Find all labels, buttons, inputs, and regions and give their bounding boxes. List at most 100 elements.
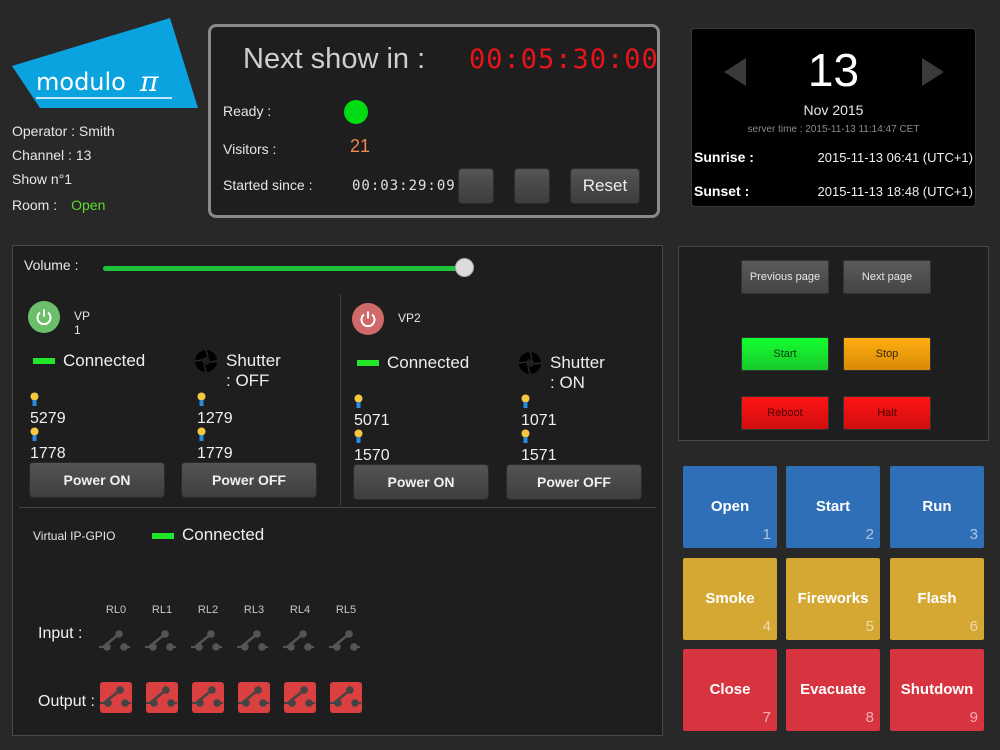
scene-label: Smoke — [705, 590, 755, 607]
connection-status: Connected — [63, 351, 146, 370]
volume-thumb[interactable] — [455, 258, 474, 277]
switch-icon — [100, 686, 131, 707]
blank-button-2[interactable] — [514, 168, 550, 204]
projector-divider — [340, 294, 341, 506]
device-panel: Volume : VP 1 Connected Shutter : OFF 52… — [12, 245, 663, 736]
scene-label: Start — [815, 498, 851, 515]
server-time: server time : 2015-11-13 11:14:47 CET — [747, 124, 920, 135]
gpio-connection-indicator — [152, 533, 174, 539]
output-switch-button[interactable] — [330, 682, 362, 713]
output-switch-button[interactable] — [284, 682, 316, 713]
sunset-time: 2015-11-13 18:48 (UTC+1) — [817, 184, 974, 199]
date-panel: 13 Nov 2015 server time : 2015-11-13 11:… — [691, 28, 976, 207]
power-icon[interactable] — [28, 301, 60, 333]
modulo-pi-logo: modulo π — [12, 18, 198, 108]
vp2-power-off-button[interactable]: Power OFF — [506, 464, 642, 500]
next-show-label: Next show in : — [243, 43, 426, 75]
reset-button[interactable]: Reset — [570, 168, 640, 204]
scene-button-start[interactable]: Start 2 — [786, 466, 880, 548]
lamp-icon — [521, 429, 530, 443]
next-page-button[interactable]: Next page — [843, 260, 931, 294]
previous-page-button[interactable]: Previous page — [741, 260, 829, 294]
input-switch-icon[interactable] — [191, 628, 225, 654]
switch-icon — [330, 686, 361, 707]
scene-label: Fireworks — [797, 590, 869, 607]
logo-pi-symbol: π — [139, 65, 159, 98]
started-label: Started since : — [223, 177, 313, 193]
scene-button-shutdown[interactable]: Shutdown 9 — [890, 649, 984, 731]
switch-icon — [146, 686, 177, 707]
room-label: Room : — [12, 197, 58, 213]
input-switch-icon[interactable] — [283, 628, 317, 654]
lamp-icon — [30, 427, 39, 441]
switch-icon — [238, 686, 269, 707]
output-switch-button[interactable] — [238, 682, 270, 713]
switch-icon — [284, 686, 315, 707]
volume-fill — [103, 266, 465, 271]
input-switch-icon[interactable] — [329, 628, 363, 654]
input-switch-icon[interactable] — [145, 628, 179, 654]
projector-name: VP 1 — [74, 309, 90, 337]
lamp-icon — [521, 394, 530, 408]
power-icon[interactable] — [352, 303, 384, 335]
vp2-power-on-button[interactable]: Power ON — [353, 464, 489, 500]
logo-text: modulo — [36, 68, 126, 96]
scene-button-smoke[interactable]: Smoke 4 — [683, 558, 777, 640]
scene-button-flash[interactable]: Flash 6 — [890, 558, 984, 640]
ready-indicator — [344, 100, 368, 124]
connection-indicator — [357, 360, 379, 366]
projector-name: VP2 — [398, 311, 421, 325]
relay-label: RL5 — [335, 604, 357, 616]
shutter-icon — [194, 349, 218, 373]
day-number: 13 — [807, 44, 860, 96]
scene-label: Open — [710, 498, 750, 515]
reboot-button[interactable]: Reboot — [741, 396, 829, 430]
lamp-hours: 1779 — [197, 427, 233, 463]
scene-number: 3 — [969, 526, 978, 543]
halt-button[interactable]: Halt — [843, 396, 931, 430]
show-panel: Next show in : 00:05:30:00 Ready : Visit… — [208, 24, 660, 218]
input-label: Input : — [38, 625, 83, 642]
input-switch-icon[interactable] — [237, 628, 271, 654]
switch-icon — [192, 686, 223, 707]
shutter-status: Shutter : OFF — [226, 351, 281, 390]
scene-button-evacuate[interactable]: Evacuate 8 — [786, 649, 880, 731]
scene-button-fireworks[interactable]: Fireworks 5 — [786, 558, 880, 640]
scene-number: 9 — [969, 709, 978, 726]
output-label: Output : — [38, 693, 95, 710]
next-show-countdown: 00:05:30:00 — [469, 44, 659, 75]
scene-button-run[interactable]: Run 3 — [890, 466, 984, 548]
room-info: Room : Open — [12, 197, 105, 213]
output-switch-button[interactable] — [100, 682, 132, 713]
vp1-power-off-button[interactable]: Power OFF — [181, 462, 317, 498]
lamp-icon — [354, 429, 363, 443]
scene-number: 1 — [762, 526, 771, 543]
lamp-hours: 1279 — [197, 392, 233, 428]
lamp-icon — [354, 394, 363, 408]
volume-slider[interactable] — [103, 266, 465, 271]
start-button[interactable]: Start — [741, 337, 829, 371]
scene-number: 6 — [969, 618, 978, 635]
scene-number: 5 — [865, 618, 874, 635]
room-status: Open — [71, 197, 106, 213]
lamp-icon — [197, 392, 206, 406]
blank-button-1[interactable] — [458, 168, 494, 204]
lamp-hours: 5071 — [354, 394, 390, 430]
gpio-connection-status: Connected — [182, 525, 265, 544]
scene-button-close[interactable]: Close 7 — [683, 649, 777, 731]
scene-label: Run — [922, 498, 952, 515]
output-switch-button[interactable] — [146, 682, 178, 713]
relay-label: RL3 — [243, 604, 265, 616]
stop-button[interactable]: Stop — [843, 337, 931, 371]
vp1-power-on-button[interactable]: Power ON — [29, 462, 165, 498]
output-switch-button[interactable] — [192, 682, 224, 713]
relay-label: RL2 — [197, 604, 219, 616]
input-switch-icon[interactable] — [99, 628, 133, 654]
volume-label: Volume : — [24, 257, 79, 273]
relay-label: RL0 — [105, 604, 127, 616]
scene-number: 4 — [762, 618, 771, 635]
scene-button-open[interactable]: Open 1 — [683, 466, 777, 548]
sunset-label: Sunset : — [694, 183, 750, 199]
scene-label: Flash — [917, 590, 957, 607]
lamp-icon — [197, 427, 206, 441]
